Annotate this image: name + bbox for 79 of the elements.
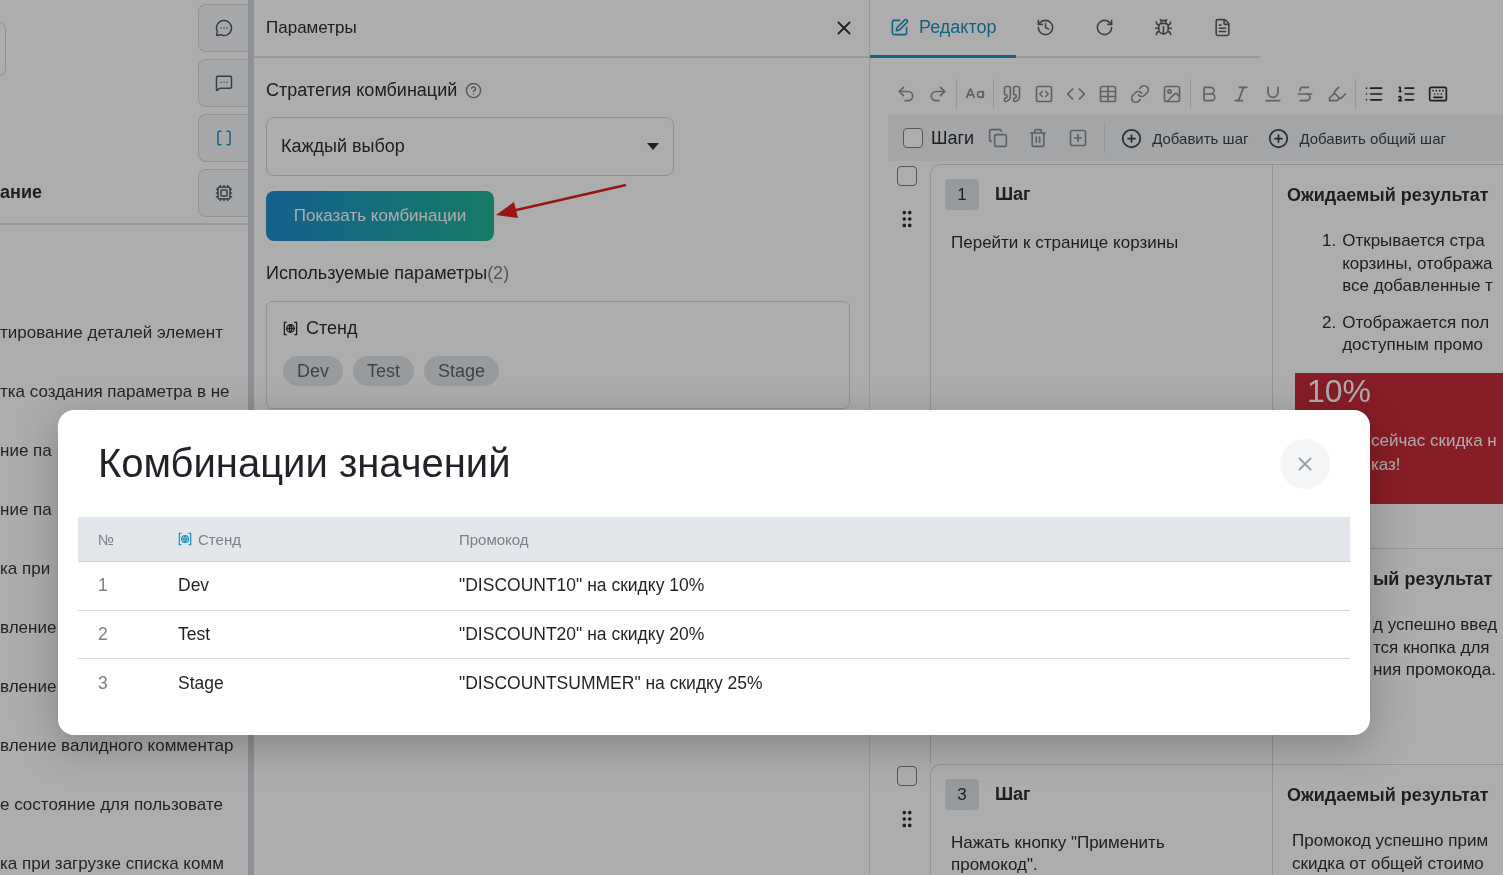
plus-icon xyxy=(1268,127,1290,149)
steps-label: Шаги xyxy=(931,127,975,149)
chat-icon xyxy=(214,74,233,92)
table-icon xyxy=(1098,83,1118,104)
edit-icon xyxy=(890,18,909,37)
section-label: Используемые параметры xyxy=(266,262,488,284)
expected-title: Ожидаемый результат xyxy=(1287,185,1490,206)
list-item[interactable]: ка при загрузке списка комм xyxy=(0,834,248,875)
value-chip: Stage xyxy=(424,356,500,386)
plus-icon xyxy=(1121,127,1143,149)
redo-icon xyxy=(928,83,948,104)
table-cell-text: "DISCOUNTSUMMER" на скидку 25% xyxy=(458,671,764,695)
globe-icon xyxy=(178,532,192,546)
list-item[interactable]: тирование деталей элемент xyxy=(0,303,248,362)
image-icon xyxy=(1162,83,1182,104)
code-block-icon xyxy=(1034,83,1054,104)
bug-icon xyxy=(1154,18,1174,37)
history-icon xyxy=(1036,18,1056,37)
plus-square-icon xyxy=(1068,128,1089,148)
expected-title: Ожидаемый результат xyxy=(1287,785,1490,806)
checkbox[interactable] xyxy=(897,766,917,786)
value-chip: Test xyxy=(353,356,415,386)
header-text: Стенд xyxy=(198,530,241,548)
value-chip: Dev xyxy=(283,356,343,386)
quote-icon xyxy=(1002,83,1022,104)
table-cell: "DISCOUNT20" на скидку 20% xyxy=(439,610,1350,659)
link-icon xyxy=(1130,83,1150,104)
expected-text: д успешно введ тся кнопка для ния промокода. xyxy=(1373,614,1499,681)
step-number: 1 xyxy=(945,179,979,210)
list-number: 1. xyxy=(1322,230,1337,252)
parameter-name: Стенд xyxy=(306,317,358,339)
step-number: 3 xyxy=(945,779,979,810)
add-step-button[interactable]: Добавить шаг xyxy=(1115,127,1255,149)
dialog-title: Комбинации значений xyxy=(98,441,511,486)
copy-icon xyxy=(988,128,1009,148)
table-cell-text: 3 xyxy=(97,671,109,695)
checkbox[interactable] xyxy=(903,128,923,148)
parameter-count: (2) xyxy=(487,262,510,284)
table-cell: Test xyxy=(158,610,439,659)
list-number: 2. xyxy=(1322,311,1337,334)
banner-title: 10% xyxy=(1307,374,1372,407)
tool-button[interactable] xyxy=(198,114,248,162)
step-action: Нажать кнопку "Применить промокод". xyxy=(950,832,1166,875)
table-cell: 2 xyxy=(78,610,158,659)
tool-button[interactable] xyxy=(198,59,248,107)
italic-icon xyxy=(1231,83,1251,104)
list-item[interactable]: е состояние для пользовате xyxy=(0,775,248,834)
tool-button[interactable] xyxy=(198,169,248,217)
table-cell-text: Stage xyxy=(177,671,225,695)
add-common-step-button[interactable]: Добавить общий шаг xyxy=(1262,127,1452,149)
chip-icon xyxy=(214,184,233,202)
globe-icon xyxy=(283,320,298,336)
expected-title: ый результат xyxy=(1373,569,1494,590)
field-label: Стратегия комбинаций xyxy=(266,79,458,101)
expected-text: Промокод успешно прим скидка от общей стоимо xyxy=(1291,830,1490,875)
brackets-icon xyxy=(214,129,233,147)
undo-icon xyxy=(896,83,916,104)
table-cell: Dev xyxy=(158,562,439,611)
header-text: Промокод xyxy=(459,530,529,548)
caret-icon xyxy=(647,143,659,150)
step-action: Перейти к странице корзины xyxy=(950,232,1180,254)
help-icon[interactable] xyxy=(465,81,483,99)
refresh-icon xyxy=(1095,18,1115,37)
table-cell: "DISCOUNT10" на скидку 10% xyxy=(439,562,1350,611)
banner-text: сейчас скидка н каз! xyxy=(1370,429,1498,476)
expected-text: Отображается пол доступным промо xyxy=(1342,311,1490,356)
step-title: Шаг xyxy=(995,184,1031,205)
checkbox[interactable] xyxy=(897,166,917,186)
chat-icon xyxy=(214,19,233,37)
panel-title: Параметры xyxy=(266,18,357,38)
step-title: Шаг xyxy=(995,784,1031,805)
table-cell: 1 xyxy=(78,562,158,611)
highlighter-icon xyxy=(1327,83,1347,104)
expected-text: Открывается стра корзины, отобража все добавленные т xyxy=(1342,230,1493,297)
tool-button[interactable] xyxy=(198,4,248,52)
header-text: № xyxy=(98,530,115,548)
document-icon xyxy=(1213,18,1233,37)
trash-icon xyxy=(1028,128,1049,148)
strategy-select[interactable]: Каждый выбор xyxy=(266,117,674,176)
